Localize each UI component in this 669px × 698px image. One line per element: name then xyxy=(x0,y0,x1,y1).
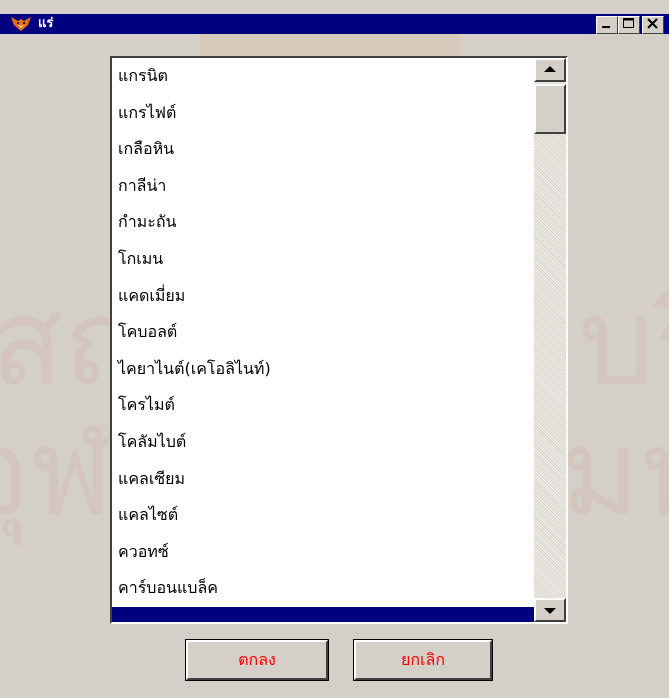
list-item[interactable]: แคดเมี่ยม xyxy=(112,278,534,315)
list-item-selected[interactable] xyxy=(112,606,534,622)
scroll-down-button[interactable] xyxy=(534,598,566,622)
dialog-window: สถาบันวิทยบริการ จุฬาลงกรณ์มหาวิทยาลัย แ… xyxy=(0,0,669,698)
minimize-icon xyxy=(602,26,610,28)
list-item[interactable]: โคลัมไบต์ xyxy=(112,424,534,461)
scroll-up-button[interactable] xyxy=(534,58,566,82)
list-item[interactable]: โคบอลต์ xyxy=(112,314,534,351)
list-item[interactable]: โครไมต์ xyxy=(112,387,534,424)
fox-head-icon xyxy=(11,17,31,31)
list-item[interactable]: เกลือหิน xyxy=(112,131,534,168)
list-item[interactable]: แกรไฟต์ xyxy=(112,95,534,132)
scroll-thumb[interactable] xyxy=(534,84,566,134)
mineral-listbox[interactable]: แกรนิต แกรไฟต์ เกลือหิน กาลีน่า กำมะถัน … xyxy=(110,56,568,624)
close-button[interactable] xyxy=(642,16,664,34)
list-item[interactable]: กาลีน่า xyxy=(112,168,534,205)
cancel-button[interactable]: ยกเลิก xyxy=(353,639,493,681)
title-bar: แร่ xyxy=(0,14,669,34)
list-item[interactable]: โกเมน xyxy=(112,241,534,278)
window-title: แร่ xyxy=(38,16,54,31)
list-item[interactable]: คาร์บอนแบล็ค xyxy=(112,570,534,607)
arrow-up-icon xyxy=(544,66,556,72)
ok-button[interactable]: ตกลง xyxy=(185,639,329,681)
maximize-icon xyxy=(623,18,634,28)
close-icon xyxy=(647,18,658,29)
list-item[interactable]: ควอทซ์ xyxy=(112,534,534,571)
list-item[interactable]: แคลเซียม xyxy=(112,461,534,498)
arrow-down-icon xyxy=(544,608,556,614)
list-item[interactable]: แคลไซต์ xyxy=(112,497,534,534)
maximize-button[interactable] xyxy=(618,16,640,34)
list-item[interactable]: ไคยาไนต์(เคโอลิไนท์) xyxy=(112,351,534,388)
minimize-button[interactable] xyxy=(596,16,618,34)
vertical-scrollbar[interactable] xyxy=(534,58,566,622)
list-item[interactable]: กำมะถัน xyxy=(112,204,534,241)
list-item[interactable]: แกรนิต xyxy=(112,58,534,95)
list-items: แกรนิต แกรไฟต์ เกลือหิน กาลีน่า กำมะถัน … xyxy=(112,58,534,622)
